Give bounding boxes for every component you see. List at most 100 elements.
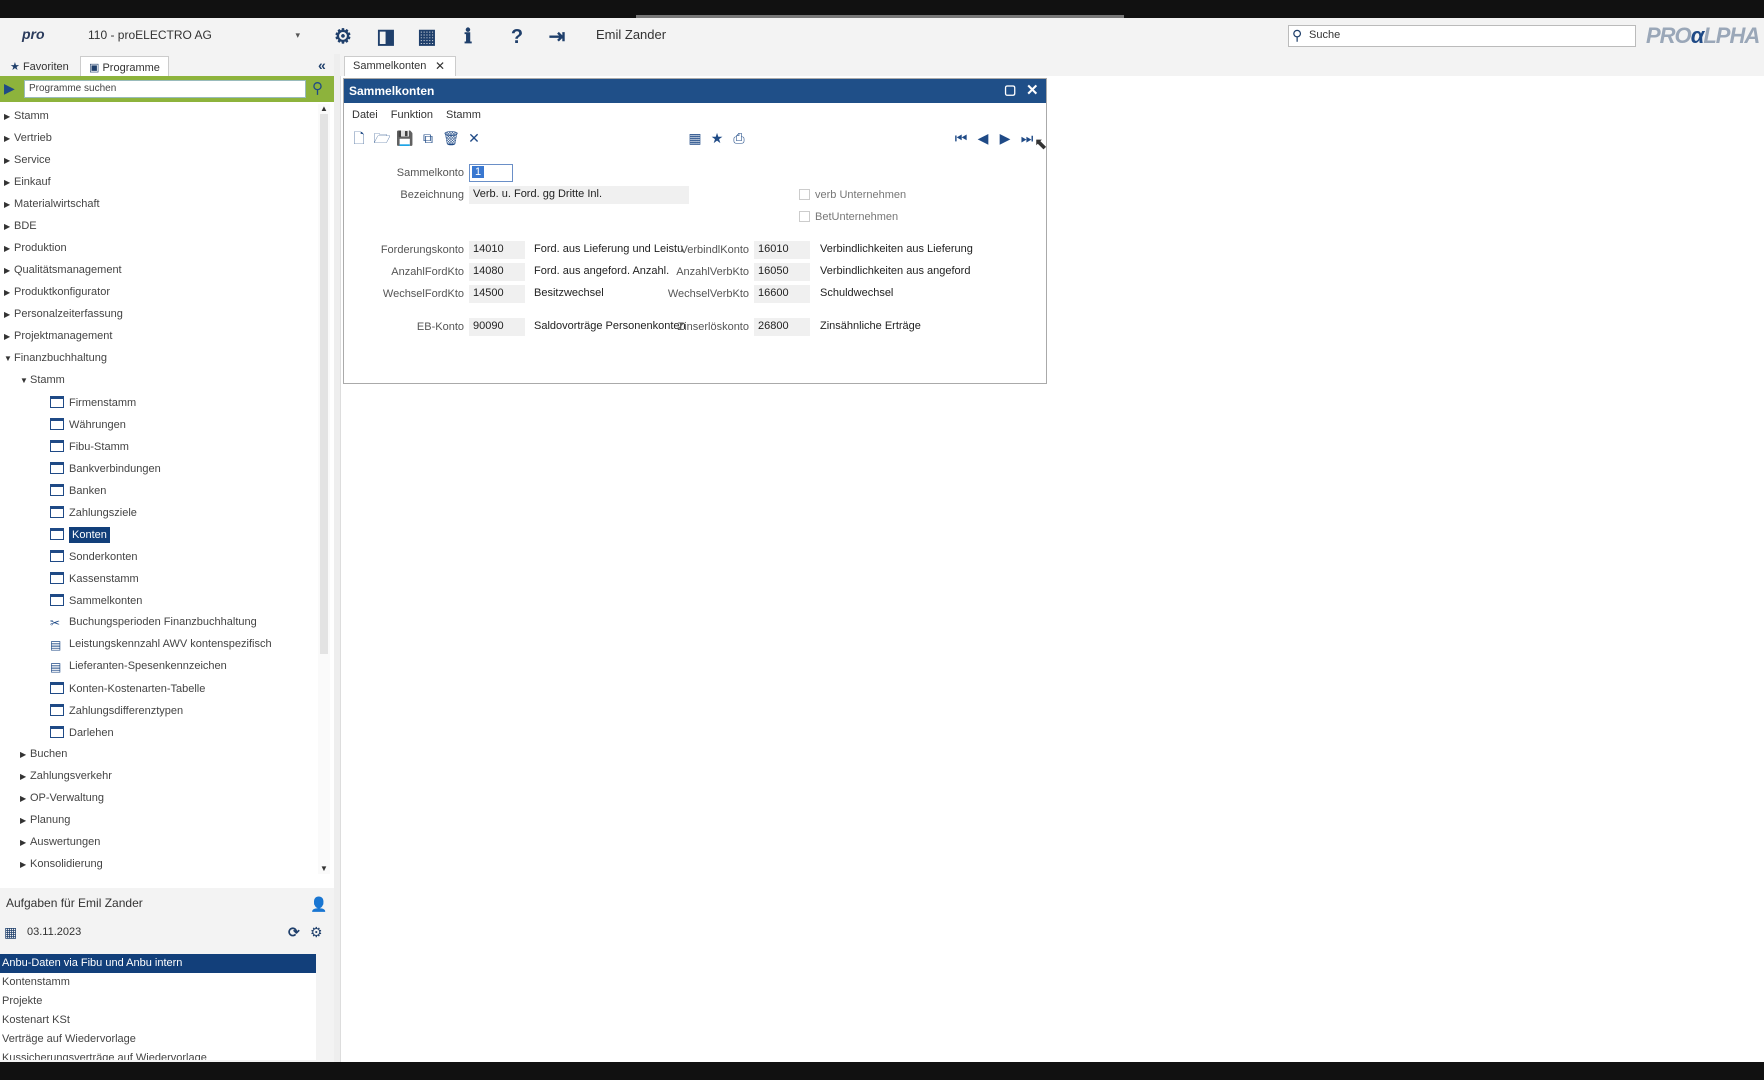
delete-icon[interactable]: 🗑	[442, 129, 460, 147]
eb-konto-field[interactable]: 90090	[469, 318, 525, 336]
tree-item-fibu-stamm-group[interactable]: ▼ Stamm	[20, 374, 65, 394]
tree-leaf-darlehen[interactable]: Darlehen	[50, 726, 114, 746]
tree-item-produktion[interactable]: ▶ Produktion	[4, 242, 67, 262]
open-icon[interactable]: 🗁	[373, 129, 391, 147]
sammelkonto-input[interactable]: 1	[469, 164, 513, 182]
layout-icon[interactable]: ▦	[414, 24, 440, 50]
info-icon[interactable]: ℹ	[455, 24, 481, 50]
favorite-icon[interactable]: ★	[708, 129, 726, 147]
next-record-icon[interactable]: ▶	[996, 129, 1014, 147]
tree-item-personalzeiterfassung[interactable]: ▶ Personalzeiterfassung	[4, 308, 123, 328]
tree-leaf-konten-kostenarten[interactable]: Konten-Kostenarten-Tabelle	[50, 682, 205, 702]
save-icon[interactable]: 💾	[396, 129, 414, 147]
print-icon[interactable]: ⎙	[730, 129, 748, 147]
tree-leaf-sammelkonten[interactable]: Sammelkonten	[50, 594, 142, 614]
first-record-icon[interactable]: ⏮	[952, 129, 970, 147]
verbindlkonto-field[interactable]: 16010	[754, 241, 810, 259]
list-item[interactable]: Kontenstamm	[0, 973, 316, 992]
company-select[interactable]: 110 - proELECTRO AG ▾	[84, 26, 304, 46]
tree-leaf-konten[interactable]: Konten	[50, 527, 110, 548]
tab-programs[interactable]: ▣ Programme	[80, 56, 169, 76]
user-icon[interactable]: 👤	[310, 896, 327, 913]
wechselfordkto-field[interactable]: 14500	[469, 285, 525, 303]
tree-item-vertrieb[interactable]: ▶ Vertrieb	[4, 132, 52, 152]
new-icon[interactable]: 🗋	[350, 129, 368, 147]
gear-icon[interactable]: ⚙	[330, 24, 356, 50]
tree-leaf-kassenstamm[interactable]: Kassenstamm	[50, 572, 139, 592]
tree-leaf-zahlungsziele[interactable]: Zahlungsziele	[50, 506, 137, 526]
tree-item-zahlungsverkehr[interactable]: ▶ Zahlungsverkehr	[20, 770, 112, 790]
list-item[interactable]: Anbu-Daten via Fibu und Anbu intern	[0, 954, 316, 973]
tree-item-bde[interactable]: ▶ BDE	[4, 220, 37, 240]
tree-leaf-waehrungen[interactable]: Währungen	[50, 418, 126, 438]
tree-item-projektmanagement[interactable]: ▶ Projektmanagement	[4, 330, 112, 350]
tree-item-service[interactable]: ▶ Service	[4, 154, 51, 174]
tree-scrollbar[interactable]: ▲ ▼	[318, 104, 330, 874]
maximize-icon[interactable]: ▢	[1004, 82, 1016, 98]
close-icon[interactable]: ✕	[435, 59, 445, 73]
program-search-input[interactable]: Programme suchen	[24, 80, 306, 98]
brand-right: LPHA	[1703, 23, 1760, 48]
tree-item-buchen[interactable]: ▶ Buchen	[20, 748, 67, 768]
forderungskonto-field[interactable]: 14010	[469, 241, 525, 259]
gear-icon[interactable]: ⚙	[310, 924, 323, 941]
scroll-up-icon[interactable]: ▲	[320, 104, 328, 113]
program-tree: ▶ Stamm ▶ Vertrieb ▶ Service ▶ Einkauf ▶ Mate…	[0, 104, 324, 874]
bet-unternehmen-checkbox[interactable]: BetUnternehmen	[799, 211, 898, 223]
search-icon[interactable]: ⚲	[312, 79, 323, 97]
wechselverbkto-field[interactable]: 16600	[754, 285, 810, 303]
tree-item-planung[interactable]: ▶ Planung	[20, 814, 70, 834]
refresh-icon[interactable]: ⟳	[288, 924, 300, 941]
sammelkonten-window: Sammelkonten ▢ ✕ Datei Funktion Stamm 🗋 …	[343, 78, 1047, 384]
close-icon[interactable]: ✕	[1026, 81, 1039, 99]
tab-sammelkonten[interactable]: Sammelkonten ✕	[344, 56, 456, 76]
zinserloeskonto-field[interactable]: 26800	[754, 318, 810, 336]
tree-leaf-buchungsperioden[interactable]: ✂ Buchungsperioden Finanzbuchhaltung	[50, 616, 257, 636]
scroll-thumb[interactable]	[320, 114, 328, 654]
help-icon[interactable]: ?	[504, 24, 530, 50]
tree-item-produktkonfigurator[interactable]: ▶ Produktkonfigurator	[4, 286, 110, 306]
tree-item-op-verwaltung[interactable]: ▶ OP-Verwaltung	[20, 792, 104, 812]
previous-record-icon[interactable]: ◀	[974, 129, 992, 147]
list-item[interactable]: Kussicherungsverträge auf Wiedervorlage	[0, 1049, 316, 1060]
calendar-icon[interactable]: ▦	[4, 924, 17, 941]
bezeichnung-field[interactable]: Verb. u. Ford. gg Dritte Inl.	[469, 186, 689, 204]
collapse-panel-icon[interactable]: «	[318, 57, 326, 73]
tree-leaf-fibu-stamm[interactable]: Fibu-Stamm	[50, 440, 129, 460]
tree-leaf-leistungskennzahl[interactable]: ▤ Leistungskennzahl AWV kontenspezifisch	[50, 638, 272, 658]
scroll-down-icon[interactable]: ▼	[320, 864, 328, 873]
menu-stamm[interactable]: Stamm	[446, 109, 481, 121]
list-item[interactable]: Projekte	[0, 992, 316, 1011]
tree-leaf-sonderkonten[interactable]: Sonderkonten	[50, 550, 138, 570]
list-item[interactable]: Verträge auf Wiedervorlage	[0, 1030, 316, 1049]
tree-leaf-bankverbindungen[interactable]: Bankverbindungen	[50, 462, 161, 482]
menu-datei[interactable]: Datei	[352, 109, 378, 121]
verb-unternehmen-checkbox[interactable]: verb Unternehmen	[799, 189, 906, 201]
tree-label: Vertrieb	[14, 132, 52, 144]
panel-icon[interactable]: ◨	[373, 24, 399, 50]
tree-item-einkauf[interactable]: ▶ Einkauf	[4, 176, 51, 196]
tree-leaf-lieferanten-spesen[interactable]: ▤ Lieferanten-Spesenkennzeichen	[50, 660, 227, 680]
tree-item-materialwirtschaft[interactable]: ▶ Materialwirtschaft	[4, 198, 100, 218]
anzahlfordkto-field[interactable]: 14080	[469, 263, 525, 281]
tree-item-stamm[interactable]: ▶ Stamm	[4, 110, 49, 130]
tab-favorites[interactable]: ★ Favoriten	[2, 56, 77, 76]
tree-label: Darlehen	[69, 727, 114, 739]
tree-leaf-zahlungsdifferenztypen[interactable]: Zahlungsdifferenztypen	[50, 704, 183, 724]
anzahlverbkto-field[interactable]: 16050	[754, 263, 810, 281]
menu-funktion[interactable]: Funktion	[391, 109, 433, 121]
play-icon[interactable]: ▶	[4, 80, 15, 97]
copy-icon[interactable]: ⧉	[419, 129, 437, 147]
tree-item-konsolidierung[interactable]: ▶ Konsolidierung	[20, 858, 103, 874]
tree-item-qualitaetsmanagement[interactable]: ▶ Qualitätsmanagement	[4, 264, 122, 284]
tree-leaf-firmenstamm[interactable]: Firmenstamm	[50, 396, 136, 416]
tree-item-finanzbuchhaltung[interactable]: ▼ Finanzbuchhaltung	[4, 352, 107, 372]
logout-icon[interactable]: ⇥	[544, 24, 570, 50]
tree-item-auswertungen[interactable]: ▶ Auswertungen	[20, 836, 100, 856]
zinserloeskonto-text: Zinsähnliche Erträge	[820, 320, 921, 332]
calendar-icon[interactable]: ▦	[686, 129, 704, 147]
global-search-input[interactable]: ⚲ Suche	[1288, 25, 1636, 47]
tree-leaf-banken[interactable]: Banken	[50, 484, 106, 504]
list-item[interactable]: Kostenart KSt	[0, 1011, 316, 1030]
cancel-icon[interactable]: ✕	[465, 129, 483, 147]
